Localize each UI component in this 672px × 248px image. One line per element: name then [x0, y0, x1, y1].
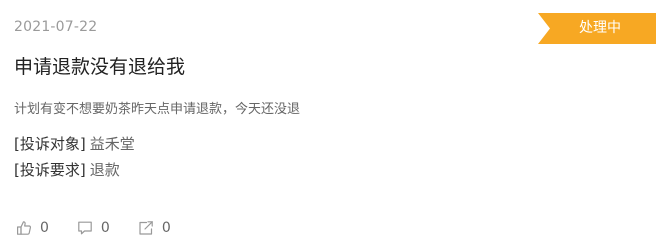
share-icon: [138, 220, 154, 236]
thumbs-up-icon: [16, 220, 32, 236]
complaint-date: 2021-07-22: [14, 19, 98, 35]
comment-button[interactable]: 0: [77, 220, 110, 236]
share-button[interactable]: 0: [138, 220, 171, 236]
share-count: 0: [161, 220, 171, 236]
complaint-title[interactable]: 申请退款没有退给我: [14, 52, 185, 79]
complaint-target: [投诉对象] 益禾堂: [14, 133, 135, 154]
like-button[interactable]: 0: [16, 220, 49, 236]
complaint-target-value: 益禾堂: [89, 135, 135, 153]
complaint-card[interactable]: 2021-07-22 处理中 申请退款没有退给我 计划有变不想要奶茶昨天点申请退…: [0, 0, 672, 248]
action-bar: 0 0 0: [16, 218, 199, 238]
complaint-description: 计划有变不想要奶茶昨天点申请退款，今天还没退: [14, 102, 301, 117]
comment-count: 0: [100, 220, 110, 236]
complaint-request-label: [投诉要求]: [14, 161, 86, 179]
status-badge: 处理中: [538, 13, 656, 44]
complaint-target-label: [投诉对象]: [14, 135, 86, 153]
complaint-request-value: 退款: [89, 161, 120, 179]
like-count: 0: [40, 220, 49, 236]
complaint-request: [投诉要求] 退款: [14, 159, 120, 180]
comment-icon: [77, 220, 93, 236]
